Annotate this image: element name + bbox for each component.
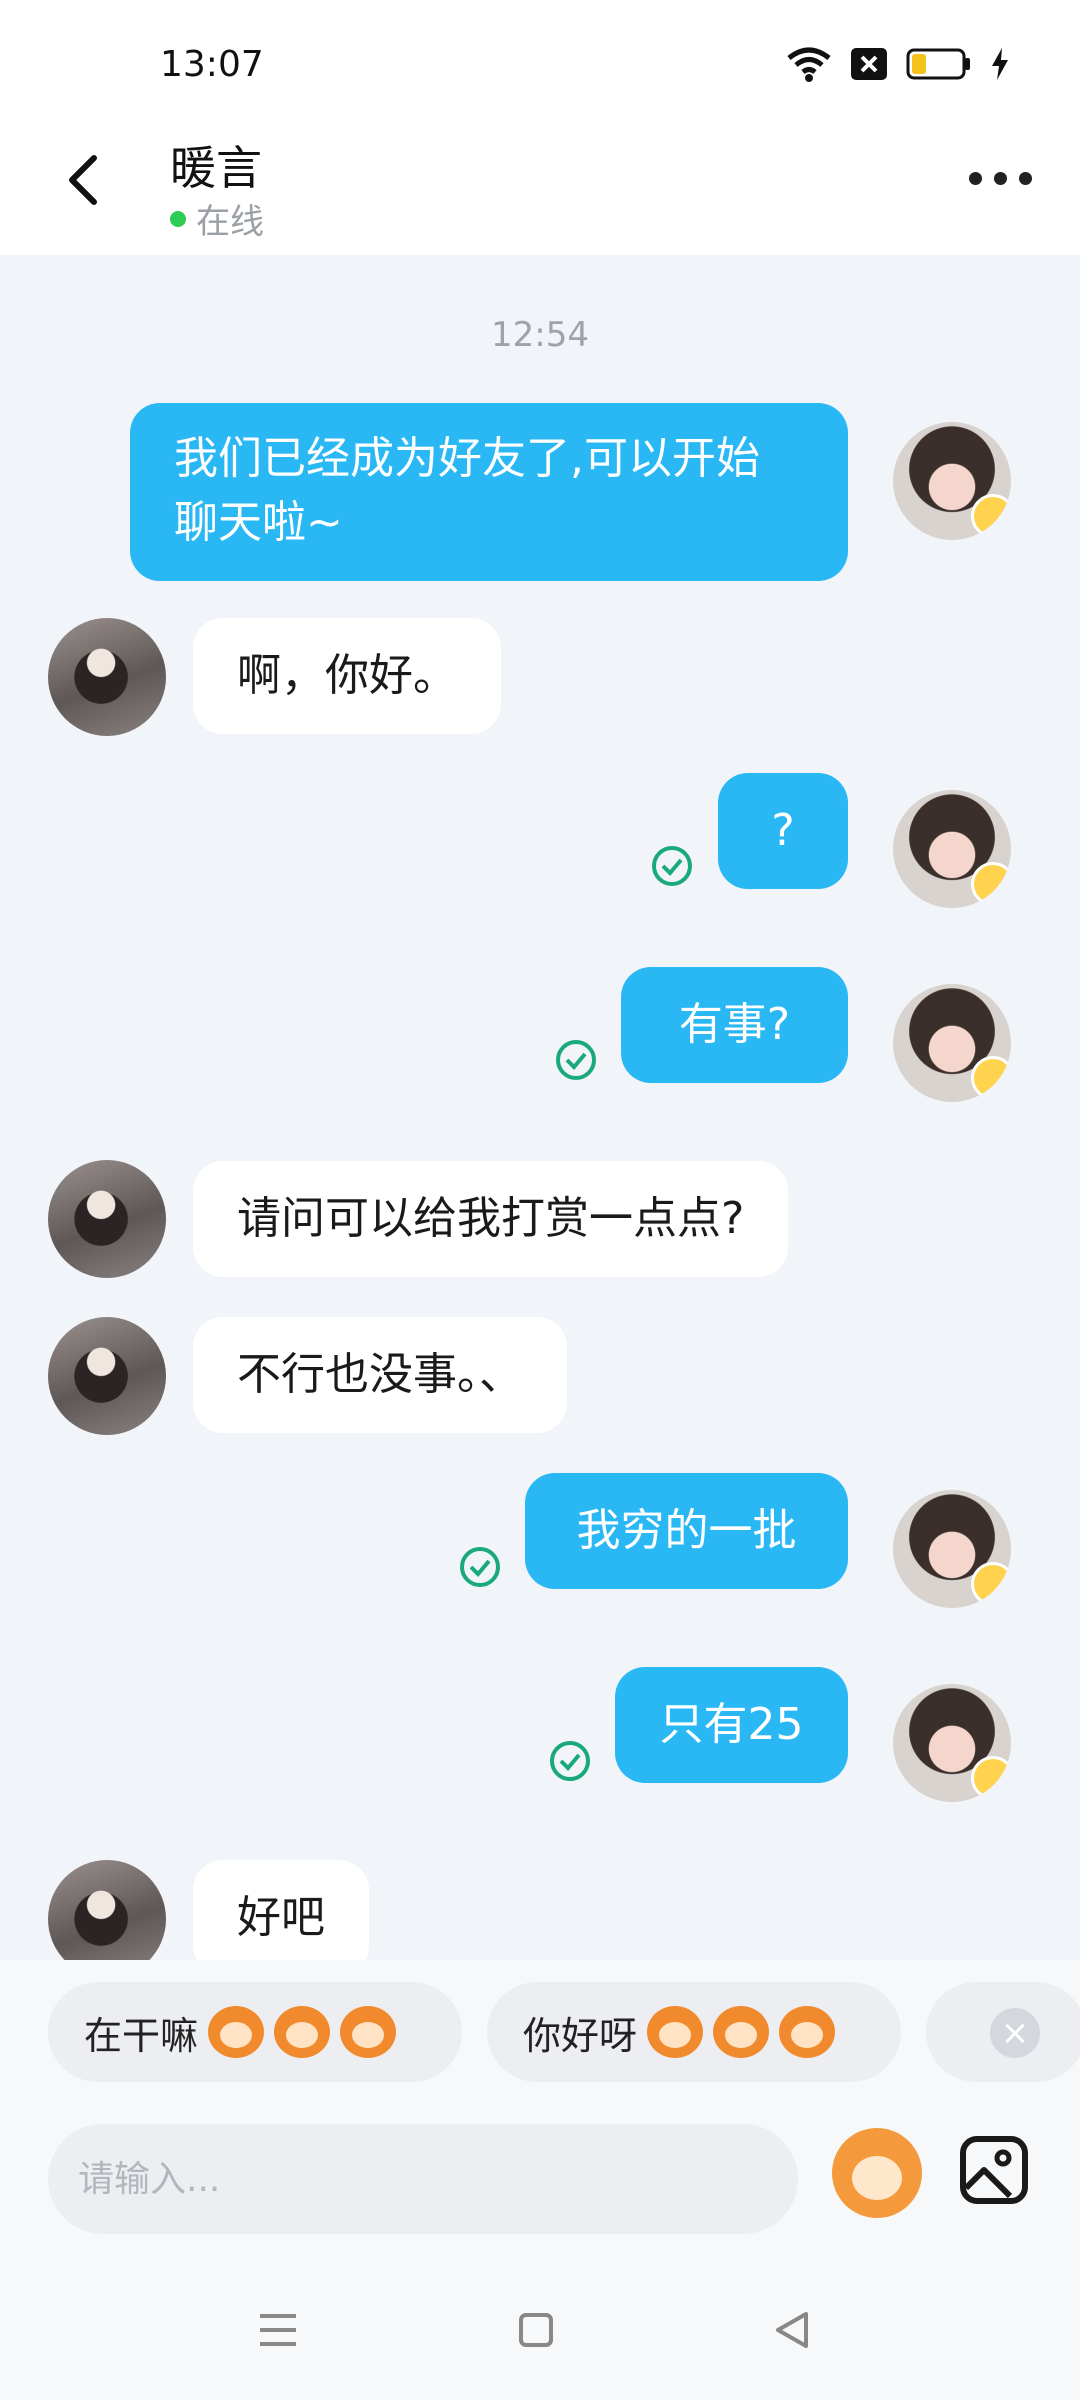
message-text: 只有25 (659, 1699, 804, 1750)
message-input[interactable] (48, 2124, 798, 2234)
monkey-grin-icon (274, 2006, 331, 2058)
contact-avatar[interactable] (48, 618, 166, 736)
my-avatar[interactable] (893, 422, 1011, 540)
composer-bar (0, 2110, 1080, 2260)
online-dot-icon (170, 210, 186, 227)
charging-icon (992, 48, 1008, 80)
my-avatar[interactable] (893, 984, 1011, 1102)
back-arrow-icon[interactable] (56, 150, 116, 210)
read-check-icon (550, 1741, 590, 1781)
status-time: 13:07 (160, 44, 264, 85)
close-quick-replies-icon[interactable]: × (990, 2008, 1040, 2058)
monkey-grin-icon (208, 2006, 265, 2058)
message-bubble-received[interactable]: 好吧 (193, 1860, 369, 1960)
emoji-picker-icon[interactable] (832, 2128, 922, 2218)
quick-reply-bar: 在干嘛 你好呀 × (0, 1960, 1080, 2110)
menu-icon[interactable] (248, 2300, 308, 2360)
presence-label: 在线 (196, 202, 264, 242)
emoji-badge-icon (971, 1056, 1011, 1100)
message-bubble-received[interactable]: 啊，你好。 (193, 618, 501, 734)
message-text: 不行也没事。、 (237, 1349, 523, 1400)
message-bubble-sent[interactable]: ? (718, 773, 848, 889)
quick-reply-chip[interactable]: 在干嘛 (48, 1982, 462, 2082)
home-icon[interactable] (506, 2300, 566, 2360)
message-text: 有事? (678, 999, 791, 1050)
monkey-face-icon (779, 2006, 836, 2058)
wifi-icon (787, 47, 831, 82)
monkey-face-icon (647, 2006, 704, 2058)
emoji-badge-icon (971, 494, 1011, 538)
message-text: 好吧 (237, 1892, 325, 1943)
emoji-badge-icon (971, 1562, 1011, 1606)
monkey-face-icon (713, 2006, 770, 2058)
contact-name[interactable]: 暖言 (170, 132, 262, 198)
image-picker-icon[interactable] (958, 2134, 1030, 2206)
emoji-badge-icon (971, 862, 1011, 906)
read-check-icon (652, 846, 692, 886)
message-text: 我穷的一批 (576, 1505, 797, 1556)
message-bubble-received[interactable]: 不行也没事。、 (193, 1317, 567, 1433)
chat-header: 暖言 在线 (0, 120, 1080, 255)
read-check-icon (460, 1547, 500, 1587)
message-bubble-sent[interactable]: 我们已经成为好友了,可以开始 聊天啦~ (130, 403, 848, 581)
more-options-icon[interactable] (969, 172, 1032, 185)
my-avatar[interactable] (893, 1684, 1011, 1802)
contact-avatar[interactable] (48, 1317, 166, 1435)
system-nav-bar (0, 2260, 1080, 2400)
message-text: 啊，你好。 (237, 650, 457, 701)
message-list[interactable]: 12:54 我们已经成为好友了,可以开始 聊天啦~ 啊，你好。 ? 有事? 请问… (0, 255, 1080, 1960)
emoji-badge-icon (971, 1756, 1011, 1800)
battery-icon (906, 48, 970, 80)
back-triangle-icon[interactable] (762, 2300, 822, 2360)
read-check-icon (556, 1040, 596, 1080)
quick-reply-text: 在干嘛 (84, 2013, 199, 2058)
contact-avatar[interactable] (48, 1160, 166, 1278)
status-icons (786, 44, 1010, 84)
message-text: 请问可以给我打赏一点点? (237, 1193, 745, 1244)
status-bar: 13:07 (0, 0, 1080, 120)
no-sim-icon (851, 48, 887, 80)
presence-status: 在线 (170, 194, 264, 243)
message-timestamp: 12:54 (491, 315, 589, 355)
message-text: 聊天啦~ (174, 497, 343, 548)
my-avatar[interactable] (893, 790, 1011, 908)
message-text: ? (771, 805, 795, 856)
message-text: 我们已经成为好友了,可以开始 (174, 433, 760, 484)
quick-reply-text: 你好呀 (523, 2013, 638, 2058)
quick-reply-chip[interactable]: 你好呀 (487, 1982, 901, 2082)
message-bubble-received[interactable]: 请问可以给我打赏一点点? (193, 1161, 789, 1277)
message-bubble-sent[interactable]: 有事? (621, 967, 848, 1083)
monkey-grin-icon (340, 2006, 397, 2058)
message-bubble-sent[interactable]: 我穷的一批 (525, 1473, 848, 1589)
my-avatar[interactable] (893, 1490, 1011, 1608)
message-bubble-sent[interactable]: 只有25 (615, 1667, 848, 1783)
contact-avatar[interactable] (48, 1860, 166, 1960)
